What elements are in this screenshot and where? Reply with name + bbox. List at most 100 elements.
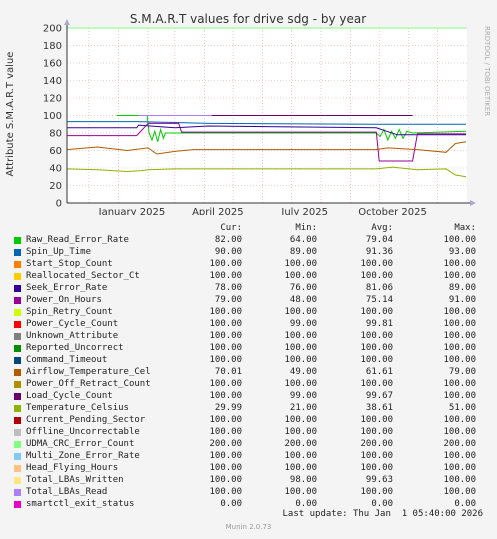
legend-max: 100.00 <box>443 235 476 245</box>
legend-row: Head_Flying_Hours 100.00 100.00 100.00 100.0… <box>0 462 497 474</box>
legend-name: Temperature_Celsius <box>26 403 129 413</box>
legend-row: Load_Cycle_Count 100.00 99.00 99.67 100.00 <box>0 390 497 402</box>
legend-swatch <box>14 309 21 316</box>
legend-header-max: Max: <box>454 223 476 233</box>
legend-cur: 200.00 <box>209 439 242 449</box>
legend-max: 100.00 <box>443 487 476 497</box>
legend-header-avg: Avg: <box>371 223 393 233</box>
legend-swatch <box>14 333 21 340</box>
legend-name: Reported_Uncorrect <box>26 343 124 353</box>
legend-name: Unknown_Attribute <box>26 331 119 341</box>
legend-row: Unknown_Attribute 100.00 100.00 100.00 100.0… <box>0 330 497 342</box>
legend-cur: 100.00 <box>209 463 242 473</box>
legend-cur: 100.00 <box>209 319 242 329</box>
x-tick-label: October 2025 <box>358 207 427 215</box>
legend-swatch <box>14 465 21 472</box>
legend-header: Cur: Min: Avg: Max: <box>0 222 497 234</box>
y-tick-label: 120 <box>43 94 62 105</box>
legend-swatch <box>14 417 21 424</box>
legend-swatch <box>14 429 21 436</box>
legend-swatch <box>14 273 21 280</box>
legend-swatch <box>14 369 21 376</box>
chart: S.M.A.R.T values for drive sdg - by year… <box>5 12 476 215</box>
legend-cur: 100.00 <box>209 451 242 461</box>
y-tick-label: 140 <box>43 76 62 87</box>
legend-cur: 100.00 <box>209 331 242 341</box>
legend-cur: 100.00 <box>209 307 242 317</box>
legend-cur: 100.00 <box>209 391 242 401</box>
legend-max: 100.00 <box>443 307 476 317</box>
legend-min: 98.00 <box>289 475 317 485</box>
legend-avg: 100.00 <box>360 487 393 497</box>
legend-cur: 100.00 <box>209 487 242 497</box>
legend-cur: 100.00 <box>209 475 242 485</box>
legend-cur: 100.00 <box>209 379 242 389</box>
legend-max: 200.00 <box>443 439 476 449</box>
legend-cur: 70.01 <box>214 367 242 377</box>
legend-max: 79.00 <box>448 367 476 377</box>
legend-min: 100.00 <box>284 331 317 341</box>
legend-swatch <box>14 381 21 388</box>
legend-cur: 79.00 <box>214 295 242 305</box>
legend-avg: 100.00 <box>360 343 393 353</box>
legend-avg: 100.00 <box>360 355 393 365</box>
legend-max: 100.00 <box>443 379 476 389</box>
y-tick-label: 80 <box>49 129 62 140</box>
legend-row: Total_LBAs_Written 100.00 98.00 99.63 100.00 <box>0 474 497 486</box>
legend-max: 100.00 <box>443 391 476 401</box>
legend-min: 64.00 <box>289 235 317 245</box>
legend-min: 89.00 <box>289 247 317 257</box>
legend-name: Head_Flying_Hours <box>26 463 119 473</box>
legend-row: Reallocated_Sector_Ct 100.00 100.00 100.00 1… <box>0 270 497 282</box>
legend-max: 100.00 <box>443 463 476 473</box>
legend-min: 100.00 <box>284 487 317 497</box>
legend-min: 200.00 <box>284 439 317 449</box>
legend-name: Total_LBAs_Read <box>26 487 108 497</box>
y-tick-label: 40 <box>49 164 62 175</box>
legend-row: Reported_Uncorrect 100.00 100.00 100.00 100.… <box>0 342 497 354</box>
legend-cur: 100.00 <box>209 259 242 269</box>
legend-max: 100.00 <box>443 427 476 437</box>
legend-swatch <box>14 261 21 268</box>
legend-min: 99.00 <box>289 319 317 329</box>
legend-row: Power_On_Hours 79.00 48.00 75.14 91.00 <box>0 294 497 306</box>
legend-min: 100.00 <box>284 307 317 317</box>
legend-avg: 99.81 <box>365 319 393 329</box>
legend-avg: 100.00 <box>360 307 393 317</box>
legend-swatch <box>14 321 21 328</box>
legend-cur: 78.00 <box>214 283 242 293</box>
legend-cur: 90.00 <box>214 247 242 257</box>
legend-min: 100.00 <box>284 271 317 281</box>
legend-name: Power_Cycle_Count <box>26 319 119 329</box>
legend-swatch <box>14 237 21 244</box>
legend-avg: 100.00 <box>360 415 393 425</box>
legend-row: Power_Off_Retract_Count 100.00 100.00 100.0… <box>0 378 497 390</box>
legend-swatch <box>14 357 21 364</box>
legend-row: Airflow_Temperature_Cel 70.01 49.00 61.61 79… <box>0 366 497 378</box>
legend-name: Total_LBAs_Written <box>26 475 124 485</box>
legend-row: Command_Timeout 100.00 100.00 100.00 100.00 <box>0 354 497 366</box>
legend-min: 21.00 <box>289 403 317 413</box>
legend-avg: 75.14 <box>365 295 393 305</box>
legend-name: Command_Timeout <box>26 355 108 365</box>
legend-swatch <box>14 489 21 496</box>
legend-cur: 0.00 <box>220 499 242 509</box>
legend-avg: 100.00 <box>360 271 393 281</box>
legend-max: 93.00 <box>448 247 476 257</box>
y-tick-label: 180 <box>43 41 62 52</box>
legend-max: 91.00 <box>448 295 476 305</box>
y-tick-label: 160 <box>43 59 62 70</box>
y-tick-label: 60 <box>49 146 62 157</box>
legend-cur: 100.00 <box>209 427 242 437</box>
legend-max: 100.00 <box>443 343 476 353</box>
y-tick-label: 100 <box>43 111 62 122</box>
legend-min: 76.00 <box>289 283 317 293</box>
legend-swatch <box>14 297 21 304</box>
legend-avg: 99.67 <box>365 391 393 401</box>
legend-name: Raw_Read_Error_Rate <box>26 235 129 245</box>
legend-row: Start_Stop_Count 100.00 100.00 100.00 100.00 <box>0 258 497 270</box>
legend-name: Offline_Uncorrectable <box>26 427 140 437</box>
legend-min: 100.00 <box>284 379 317 389</box>
legend-swatch <box>14 441 21 448</box>
legend-cur: 100.00 <box>209 343 242 353</box>
